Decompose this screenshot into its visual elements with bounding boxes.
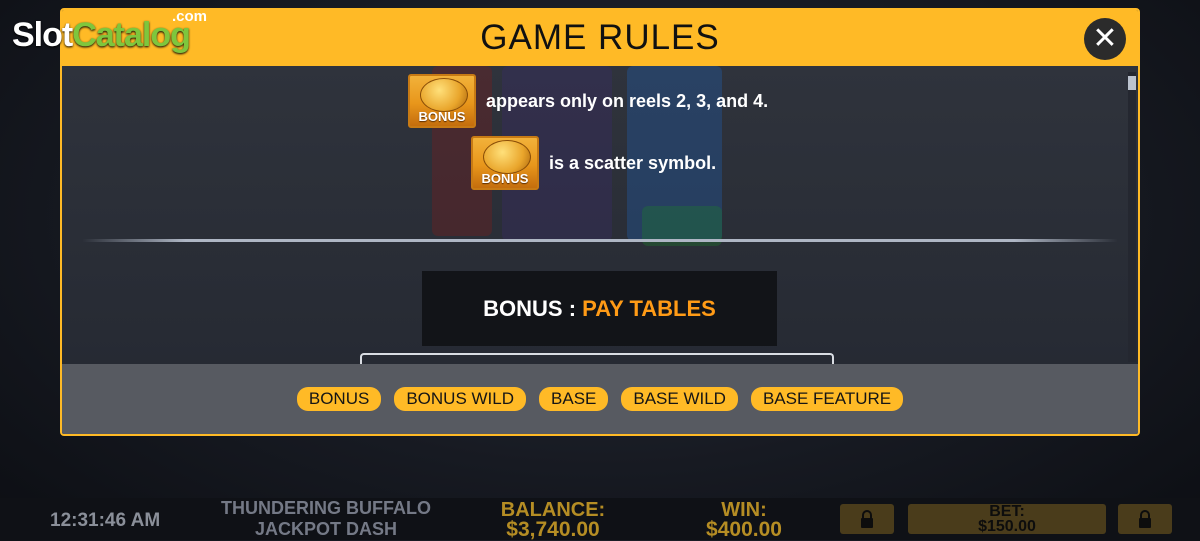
paytable-tab-bar: BONUS BONUS WILD BASE BASE WILD BASE FEA… xyxy=(62,364,1138,434)
close-icon: ✕ xyxy=(1092,22,1118,55)
logo-dotcom: .com xyxy=(172,8,208,25)
tab-base-wild[interactable]: BASE WILD xyxy=(621,387,738,411)
game-title-line1: THUNDERING BUFFALO xyxy=(221,498,431,518)
coin-shape xyxy=(483,140,531,174)
lock-button-left[interactable] xyxy=(840,504,894,534)
tab-bonus-wild[interactable]: BONUS WILD xyxy=(394,387,527,411)
win-label: WIN: xyxy=(721,499,767,521)
balance-label: BALANCE: xyxy=(500,499,606,521)
tab-base[interactable]: BASE xyxy=(539,387,609,411)
modal-header: GAME RULES ✕ xyxy=(62,10,1138,66)
buffalo-coin-icon: BONUS xyxy=(408,74,476,128)
lock-icon xyxy=(1139,510,1151,528)
close-button[interactable]: ✕ xyxy=(1084,18,1126,60)
buffalo-coin-icon: BONUS xyxy=(471,136,539,190)
modal-title: GAME RULES xyxy=(480,18,720,57)
rule-text: is a scatter symbol. xyxy=(549,152,717,173)
section-title: BONUS : PAY TABLES xyxy=(422,296,777,322)
section-divider xyxy=(82,239,1118,242)
game-footer: 12:31:46 AM THUNDERING BUFFALO JACKPOT D… xyxy=(0,498,1200,540)
win-display: WIN: $400.00 xyxy=(680,500,808,540)
win-value: $400.00 xyxy=(706,518,782,541)
scrollbar-track[interactable] xyxy=(1128,72,1136,362)
bet-label: BET: xyxy=(989,503,1025,520)
tab-base-feature[interactable]: BASE FEATURE xyxy=(750,387,904,411)
bet-value: $150.00 xyxy=(978,518,1036,535)
game-title: THUNDERING BUFFALO JACKPOT DASH xyxy=(212,498,440,540)
slotcatalog-logo: .com SlotCatalog xyxy=(12,8,207,54)
logo-slot: Slot xyxy=(12,16,73,54)
scrollbar-thumb[interactable] xyxy=(1128,76,1136,90)
game-rules-modal: GAME RULES ✕ BONUS appears only on reels… xyxy=(60,8,1140,436)
logo-wordmark: SlotCatalog xyxy=(12,16,191,54)
section-title-label: BONUS xyxy=(483,296,563,321)
coin-shape xyxy=(420,78,468,112)
bonus-symbol-label: BONUS xyxy=(481,171,529,186)
bonus-symbol-label: BONUS xyxy=(418,109,466,124)
rule-text: appears only on reels 2, 3, and 4. xyxy=(486,90,769,111)
rule-row: BONUS appears only on reels 2, 3, and 4. xyxy=(408,74,768,128)
game-title-line2: JACKPOT DASH xyxy=(254,519,397,539)
balance-value: $3,740.00 xyxy=(506,518,600,541)
section-title-separator: : xyxy=(562,296,583,321)
rule-row: BONUS is a scatter symbol. xyxy=(471,136,716,190)
balance-display: BALANCE: $3,740.00 xyxy=(478,500,628,540)
section-title-highlight: PAY TABLES xyxy=(582,296,716,321)
lock-button-right[interactable] xyxy=(1118,504,1172,534)
bet-button[interactable]: BET: $150.00 xyxy=(908,503,1106,535)
tab-bonus[interactable]: BONUS xyxy=(296,387,382,411)
lock-icon xyxy=(861,510,873,528)
rules-content[interactable]: BONUS appears only on reels 2, 3, and 4.… xyxy=(62,66,1138,366)
clock: 12:31:46 AM xyxy=(50,510,161,531)
